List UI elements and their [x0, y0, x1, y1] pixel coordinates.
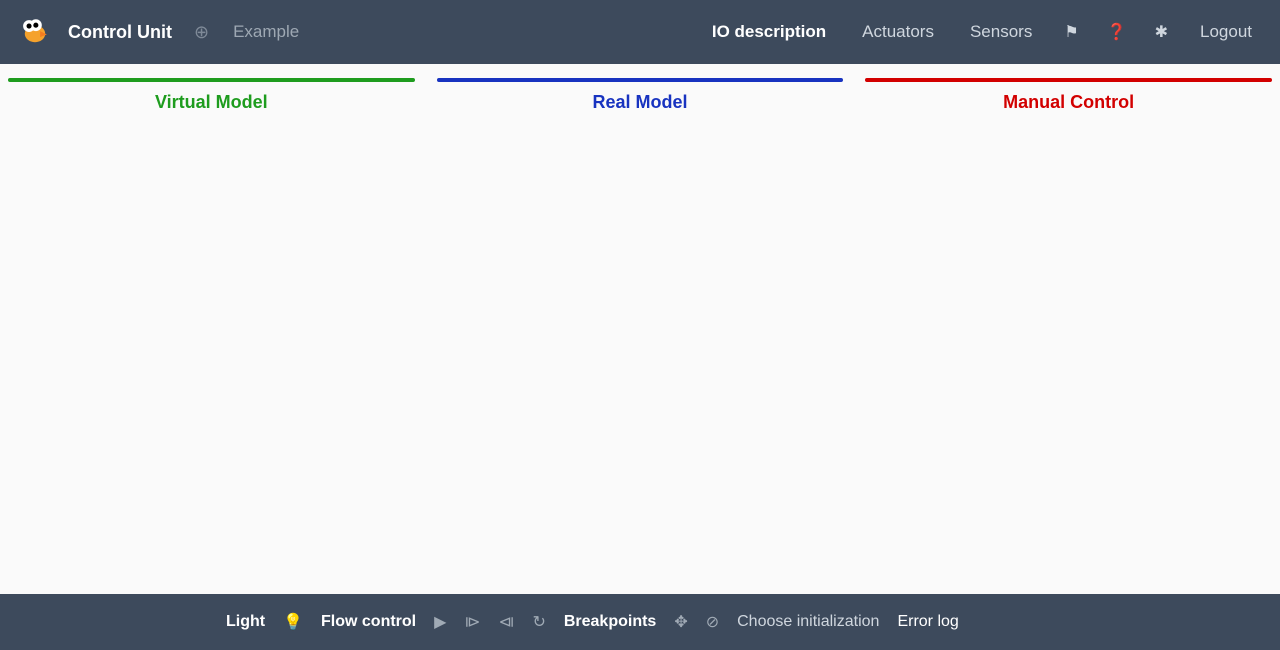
choose-init-link[interactable]: Choose initialization: [737, 613, 879, 631]
play-icon[interactable]: ▶: [434, 612, 446, 632]
real-model-label: Real Model: [437, 92, 844, 113]
settings-icon[interactable]: ✱: [1149, 22, 1174, 42]
app-title: Control Unit: [68, 22, 172, 43]
light-label: Light: [226, 613, 265, 631]
step-over-icon[interactable]: ⧐: [464, 612, 480, 632]
app-logo-icon: [18, 15, 52, 49]
nav-actuators[interactable]: Actuators: [852, 22, 944, 42]
help-icon[interactable]: ❓: [1101, 22, 1133, 42]
breakpoint-clear-icon[interactable]: ⊘: [706, 612, 719, 632]
add-icon[interactable]: ⊕: [194, 22, 209, 43]
manual-control-panel: y+ y- x- x+: [865, 78, 1272, 82]
example-link[interactable]: Example: [233, 22, 299, 42]
top-navbar: Control Unit ⊕ Example IO description Ac…: [0, 0, 1280, 64]
nav-logout[interactable]: Logout: [1190, 22, 1262, 42]
breakpoints-label: Breakpoints: [564, 613, 656, 631]
restart-icon[interactable]: ↻: [532, 612, 545, 632]
lightbulb-icon[interactable]: 💡: [283, 612, 303, 632]
step-into-icon[interactable]: ⧏: [498, 612, 514, 632]
breakpoint-move-icon[interactable]: ✥: [674, 612, 687, 632]
nav-sensors[interactable]: Sensors: [960, 22, 1042, 42]
virtual-model-panel[interactable]: [8, 78, 415, 82]
error-log-link[interactable]: Error log: [897, 613, 958, 631]
panels-row: Virtual Model Real Model y+: [0, 64, 1280, 121]
manual-control-label: Manual Control: [865, 92, 1272, 113]
flow-control-label: Flow control: [321, 613, 416, 631]
virtual-model-label: Virtual Model: [8, 92, 415, 113]
bottom-toolbar: Light 💡 Flow control ▶ ⧐ ⧏ ↻ Breakpoints…: [0, 594, 1280, 650]
nav-io-description[interactable]: IO description: [702, 22, 836, 42]
flag-icon[interactable]: ⚑: [1058, 22, 1084, 42]
real-model-panel[interactable]: [437, 78, 844, 82]
